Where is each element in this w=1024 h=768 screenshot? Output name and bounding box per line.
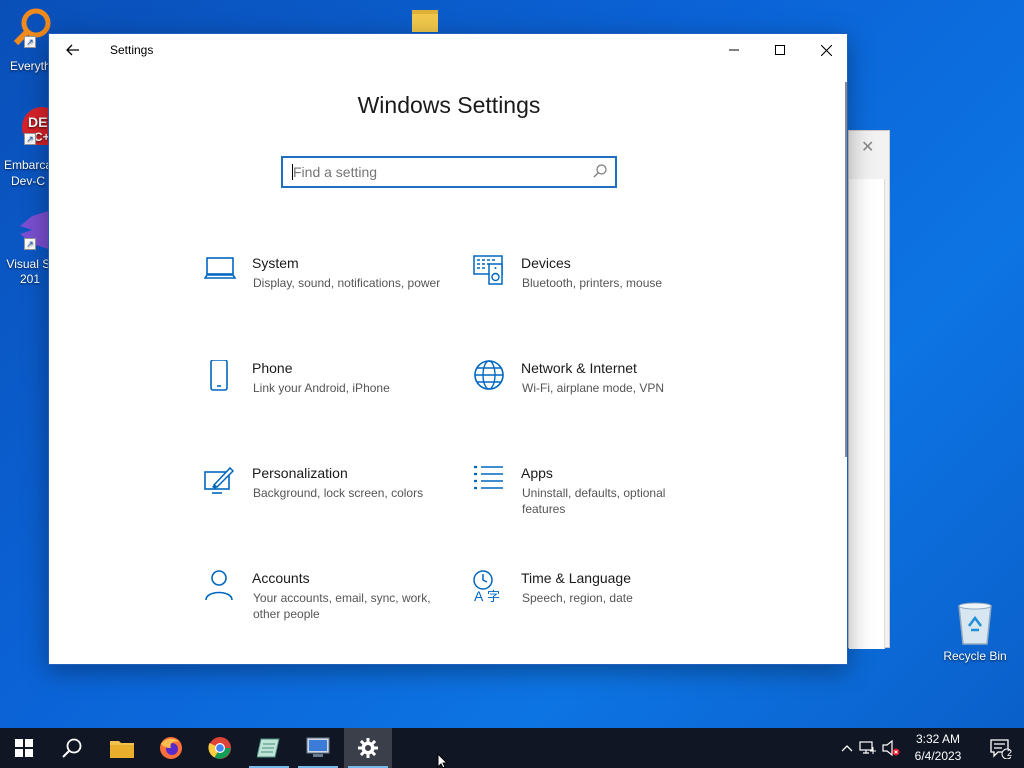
tile-name: Time & Language (521, 570, 631, 586)
mouse-cursor-icon (437, 753, 449, 768)
background-window-content (849, 179, 885, 649)
settings-window: Settings Windows Settings System Display… (48, 33, 848, 665)
notebook-icon (257, 738, 280, 758)
tile-description: Wi-Fi, airplane mode, VPN (522, 381, 665, 395)
taskbar-settings[interactable] (344, 728, 392, 768)
tile-description: Speech, region, date (522, 591, 633, 605)
taskbar: 3:32 AM 6/4/2023 2 (0, 728, 1024, 768)
time-language-icon: A 字 (473, 570, 500, 604)
title-bar[interactable]: Settings (49, 34, 847, 66)
firefox-icon (160, 737, 182, 759)
tile-time-language[interactable]: A 字 Time & Language Speech, region, date (473, 570, 713, 640)
page-title: Windows Settings (357, 92, 541, 118)
recycle-bin-icon (958, 602, 992, 645)
visual-studio-icon: ↗ (12, 210, 52, 250)
shortcut-arrow-icon: ↗ (24, 238, 36, 250)
notification-badge: 2 (1007, 748, 1013, 758)
shortcut-arrow-icon: ↗ (24, 36, 36, 48)
tile-description: Uninstall, defaults, optional features (522, 486, 666, 516)
minimize-button[interactable] (711, 34, 757, 66)
background-window[interactable]: ✕ (848, 130, 890, 649)
minimize-icon (729, 49, 739, 51)
tile-system[interactable]: System Display, sound, notifications, po… (204, 255, 444, 325)
desktop-icon-recycle-bin[interactable]: Recycle Bin (940, 600, 1010, 663)
close-icon (820, 44, 832, 56)
tile-description: Display, sound, notifications, power (253, 276, 441, 290)
window-title: Settings (110, 43, 154, 57)
tile-name: Apps (521, 465, 553, 481)
taskbar-app-notebook[interactable] (245, 728, 293, 768)
close-button[interactable] (803, 34, 849, 66)
taskbar-firefox[interactable] (147, 728, 195, 768)
scrollbar[interactable] (845, 82, 847, 457)
search-input[interactable] (293, 162, 583, 182)
folder-icon[interactable] (412, 10, 438, 32)
tile-name: System (252, 255, 299, 271)
tile-description: Your accounts, email, sync, work, other … (253, 591, 431, 621)
laptop-icon (204, 257, 237, 279)
system-tray (838, 728, 902, 768)
tile-phone[interactable]: Phone Link your Android, iPhone (204, 360, 444, 430)
svg-text:A: A (474, 588, 484, 604)
tile-name: Personalization (252, 465, 348, 481)
devices-icon (473, 255, 503, 285)
tile-description: Link your Android, iPhone (253, 381, 390, 395)
svg-text:字: 字 (487, 590, 500, 604)
volume-muted-icon[interactable] (880, 740, 902, 756)
clock-date: 6/4/2023 (914, 749, 962, 763)
person-icon (205, 570, 233, 601)
tile-description: Background, lock screen, colors (253, 486, 424, 500)
tile-name: Network & Internet (521, 360, 637, 376)
tile-personalization[interactable]: Personalization Background, lock screen,… (204, 465, 444, 535)
chevron-up-icon[interactable] (838, 744, 856, 752)
clock[interactable]: 3:32 AM 6/4/2023 (906, 731, 970, 765)
folder-icon (110, 741, 134, 758)
tile-description: Bluetooth, printers, mouse (522, 276, 663, 290)
tile-network[interactable]: Network & Internet Wi-Fi, airplane mode,… (473, 360, 713, 430)
globe-icon (474, 360, 504, 390)
remote-desktop-icon (306, 737, 330, 757)
maximize-icon (775, 45, 785, 55)
devcpp-icon: DEV C+ ↗ (12, 105, 62, 147)
back-arrow-icon (66, 44, 79, 56)
action-center-button[interactable]: 2 (976, 728, 1024, 768)
gear-icon (358, 738, 378, 758)
desktop-icon-label: Embarca Dev-C (4, 158, 53, 188)
search-icon (62, 738, 82, 758)
tile-name: Accounts (252, 570, 310, 586)
search-button[interactable] (48, 728, 96, 768)
tile-apps[interactable]: Apps Uninstall, defaults, optional featu… (473, 465, 713, 535)
maximize-button[interactable] (757, 34, 803, 66)
shortcut-arrow-icon: ↗ (24, 133, 36, 145)
everything-search-icon: ↗ (12, 8, 52, 48)
tile-name: Phone (252, 360, 293, 376)
back-button[interactable] (57, 36, 89, 64)
windows-logo-icon (15, 739, 33, 757)
tile-devices[interactable]: Devices Bluetooth, printers, mouse (473, 255, 713, 325)
phone-icon (210, 360, 228, 391)
network-icon[interactable] (856, 741, 880, 755)
search-box[interactable] (281, 156, 617, 188)
start-button[interactable] (0, 728, 48, 768)
clock-time: 3:32 AM (915, 732, 961, 746)
recycle-bin-label: Recycle Bin (943, 649, 1007, 663)
close-icon[interactable]: ✕ (861, 137, 874, 157)
apps-list-icon (474, 465, 503, 490)
taskbar-file-explorer[interactable] (98, 728, 146, 768)
taskbar-chrome[interactable] (196, 728, 244, 768)
desktop-icon-label: Everyth (10, 59, 51, 73)
search-icon[interactable] (593, 164, 607, 178)
tile-name: Devices (521, 255, 571, 271)
taskbar-app-remote[interactable] (294, 728, 342, 768)
tile-accounts[interactable]: Accounts Your accounts, email, sync, wor… (204, 570, 444, 640)
chrome-icon (208, 737, 231, 759)
paint-icon (204, 466, 235, 494)
